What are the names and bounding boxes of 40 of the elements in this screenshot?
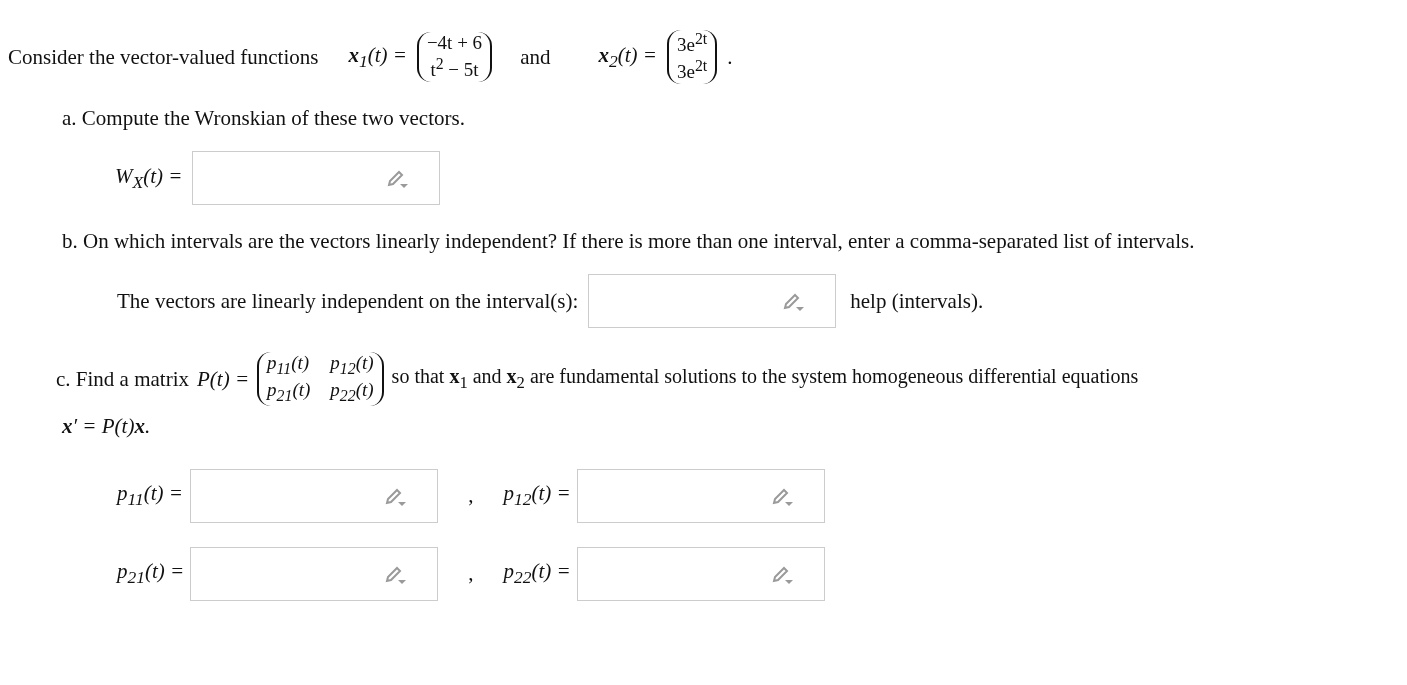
equation-text: x′ = P(t)x. — [62, 413, 152, 439]
answer-field[interactable] — [190, 468, 439, 523]
pencil-icon — [771, 486, 794, 507]
matrix-entry: p$_{21}$(t) — [267, 379, 311, 406]
answer-label: The vectors are linearly independent on the interval(s): — [117, 288, 579, 314]
question-text: a. Compute the Wronskian of these two vectors. — [62, 106, 466, 132]
answer-field[interactable] — [576, 546, 825, 601]
vector-entry: −4t + 6 — [426, 32, 483, 55]
help-link[interactable]: help (intervals). — [850, 288, 984, 314]
vector-label: x$_{2}$(t) = — [598, 42, 657, 72]
answer-field[interactable] — [588, 274, 837, 329]
vector-label: x$_{1}$(t) = — [348, 42, 407, 72]
answer-label: p$_{21}$(t) = — [117, 559, 185, 589]
connector-text: and — [520, 44, 551, 70]
vector-entry: 3e$^{2t}$ — [676, 30, 708, 58]
period-text: . — [727, 44, 733, 70]
answer-label: W$_{X}$(t) = — [115, 163, 183, 193]
matrix-label: P(t) = — [197, 366, 250, 392]
matrix-entry: p$_{12}$(t) — [330, 352, 374, 380]
pencil-icon — [783, 292, 806, 313]
matrix-entry: p$_{11}$(t) — [267, 352, 311, 380]
question-text: b. On which intervals are the vectors linearly independent? If there is more than one interval, enter a comma-separated list of intervals. — [62, 229, 1196, 255]
vector-entry: 3e$^{2t}$ — [676, 57, 708, 85]
answer-field[interactable] — [190, 546, 439, 601]
answer-label: p$_{22}$(t) = — [503, 559, 571, 589]
pencil-icon — [771, 564, 794, 585]
comma-text: , — [467, 483, 475, 509]
answer-label: p$_{12}$(t) = — [503, 481, 571, 511]
vector-entry: t$^{2}$ − 5t — [430, 54, 479, 83]
answer-field[interactable] — [576, 468, 825, 523]
pencil-icon — [387, 169, 410, 190]
comma-text: , — [467, 561, 475, 587]
answer-field[interactable] — [192, 151, 441, 206]
question-text: c. Find a matrix — [56, 366, 189, 392]
intro-text: Consider the vector-valued functions — [8, 44, 319, 70]
pencil-icon — [385, 564, 408, 585]
answer-label: p$_{11}$(t) = — [117, 481, 184, 511]
matrix-entry: p$_{22}$(t) — [330, 379, 374, 406]
question-text: so that x$_{1}$ and x$_{2}$ are fundamental solutions to the system homogeneous differential equations — [391, 365, 1139, 394]
pencil-icon — [385, 486, 408, 507]
